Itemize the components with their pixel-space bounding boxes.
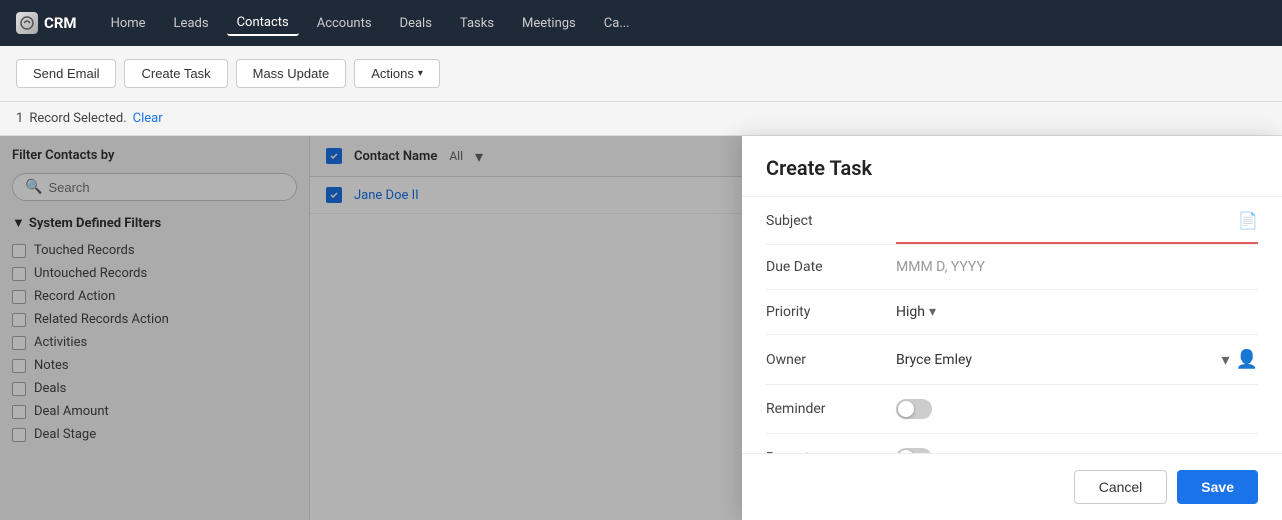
repeat-toggle[interactable]: [896, 448, 932, 453]
mass-update-button[interactable]: Mass Update: [236, 59, 347, 88]
save-button[interactable]: Save: [1177, 470, 1258, 504]
reminder-toggle-knob: [898, 401, 914, 417]
due-date-row: Due Date MMM D, YYYY: [766, 245, 1258, 290]
nav-item-deals[interactable]: Deals: [390, 12, 442, 35]
owner-field: Bryce Emley ▾ 👤: [896, 349, 1258, 370]
record-text: Record Selected.: [29, 111, 126, 126]
modal-overlay: Create Task Subject 📄 Due Date MMM D, YY…: [0, 136, 1282, 520]
actions-button[interactable]: Actions ▾: [354, 59, 440, 88]
nav-item-home[interactable]: Home: [101, 12, 156, 35]
modal-header: Create Task: [742, 136, 1282, 197]
due-date-value[interactable]: MMM D, YYYY: [896, 259, 1258, 275]
priority-select[interactable]: High ▾: [896, 304, 936, 320]
priority-value: High: [896, 304, 925, 320]
modal-footer: Cancel Save: [742, 453, 1282, 520]
reminder-row: Reminder: [766, 385, 1258, 434]
subject-underline: [896, 242, 1258, 244]
owner-row: Owner Bryce Emley ▾ 👤: [766, 335, 1258, 385]
repeat-label: Repeat: [766, 450, 896, 453]
owner-label: Owner: [766, 352, 896, 368]
logo-text: CRM: [44, 14, 77, 32]
record-count: 1: [16, 111, 23, 126]
toolbar: Send Email Create Task Mass Update Actio…: [0, 46, 1282, 102]
owner-value: Bryce Emley: [896, 352, 1216, 368]
reminder-toggle[interactable]: [896, 399, 932, 419]
actions-dropdown-arrow: ▾: [418, 68, 423, 79]
nav-item-accounts[interactable]: Accounts: [307, 12, 382, 35]
cancel-button[interactable]: Cancel: [1074, 470, 1168, 504]
attach-icon[interactable]: 📄: [1238, 211, 1258, 230]
owner-person-icon[interactable]: 👤: [1236, 349, 1258, 370]
create-task-button[interactable]: Create Task: [124, 59, 227, 88]
main-content: Filter Contacts by 🔍 ▼ System Defined Fi…: [0, 136, 1282, 520]
send-email-button[interactable]: Send Email: [16, 59, 116, 88]
nav-item-meetings[interactable]: Meetings: [512, 12, 586, 35]
modal-title: Create Task: [766, 156, 1258, 180]
top-navigation: CRM Home Leads Contacts Accounts Deals T…: [0, 0, 1282, 46]
nav-item-calls[interactable]: Ca...: [594, 12, 640, 35]
subject-label: Subject: [766, 213, 896, 229]
app-logo: CRM: [16, 12, 77, 34]
clear-link[interactable]: Clear: [133, 111, 163, 126]
priority-row: Priority High ▾: [766, 290, 1258, 335]
repeat-toggle-knob: [898, 450, 914, 453]
owner-dropdown-arrow[interactable]: ▾: [1222, 350, 1230, 369]
nav-item-contacts[interactable]: Contacts: [227, 11, 299, 36]
due-date-label: Due Date: [766, 259, 896, 275]
logo-icon: [16, 12, 38, 34]
nav-item-leads[interactable]: Leads: [164, 12, 219, 35]
subject-row: Subject 📄: [766, 197, 1258, 245]
status-bar: 1 Record Selected. Clear: [0, 102, 1282, 136]
priority-dropdown-arrow[interactable]: ▾: [929, 304, 936, 320]
create-task-modal: Create Task Subject 📄 Due Date MMM D, YY…: [742, 136, 1282, 520]
priority-label: Priority: [766, 304, 896, 320]
reminder-label: Reminder: [766, 401, 896, 417]
repeat-row: Repeat: [766, 434, 1258, 453]
nav-item-tasks[interactable]: Tasks: [450, 12, 504, 35]
modal-body: Subject 📄 Due Date MMM D, YYYY Priority …: [742, 197, 1282, 453]
subject-input[interactable]: [896, 213, 1238, 229]
